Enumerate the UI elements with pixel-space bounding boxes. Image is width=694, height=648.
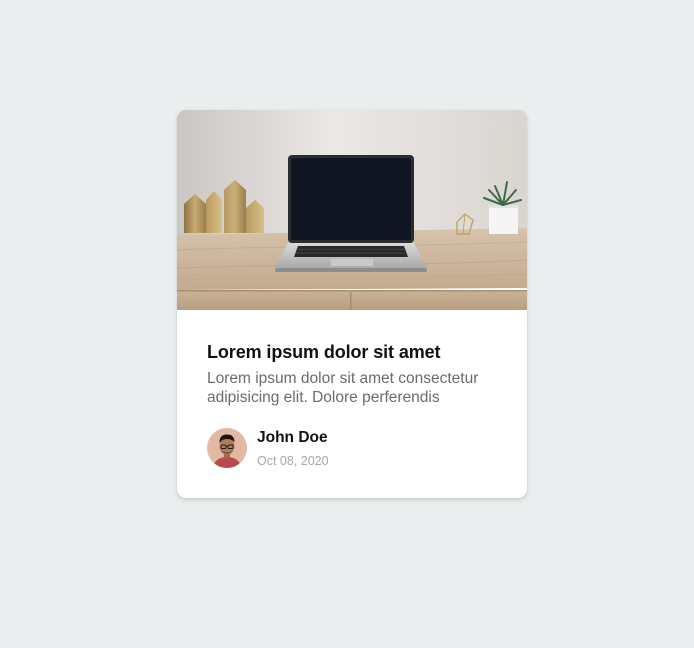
avatar-image (207, 428, 247, 468)
card-image (177, 110, 527, 310)
blog-card[interactable]: Lorem ipsum dolor sit amet Lorem ipsum d… (177, 110, 527, 498)
author-name[interactable]: John Doe (257, 428, 328, 448)
card-description: Lorem ipsum dolor sit amet consectetur a… (207, 370, 479, 406)
card-body: Lorem ipsum dolor sit amet Lorem ipsum d… (207, 340, 507, 407)
author-info: John Doe Oct 08, 2020 (207, 428, 507, 468)
post-date: Oct 08, 2020 (257, 454, 329, 468)
avatar[interactable] (207, 428, 247, 468)
card-title[interactable]: Lorem ipsum dolor sit amet (207, 340, 507, 364)
